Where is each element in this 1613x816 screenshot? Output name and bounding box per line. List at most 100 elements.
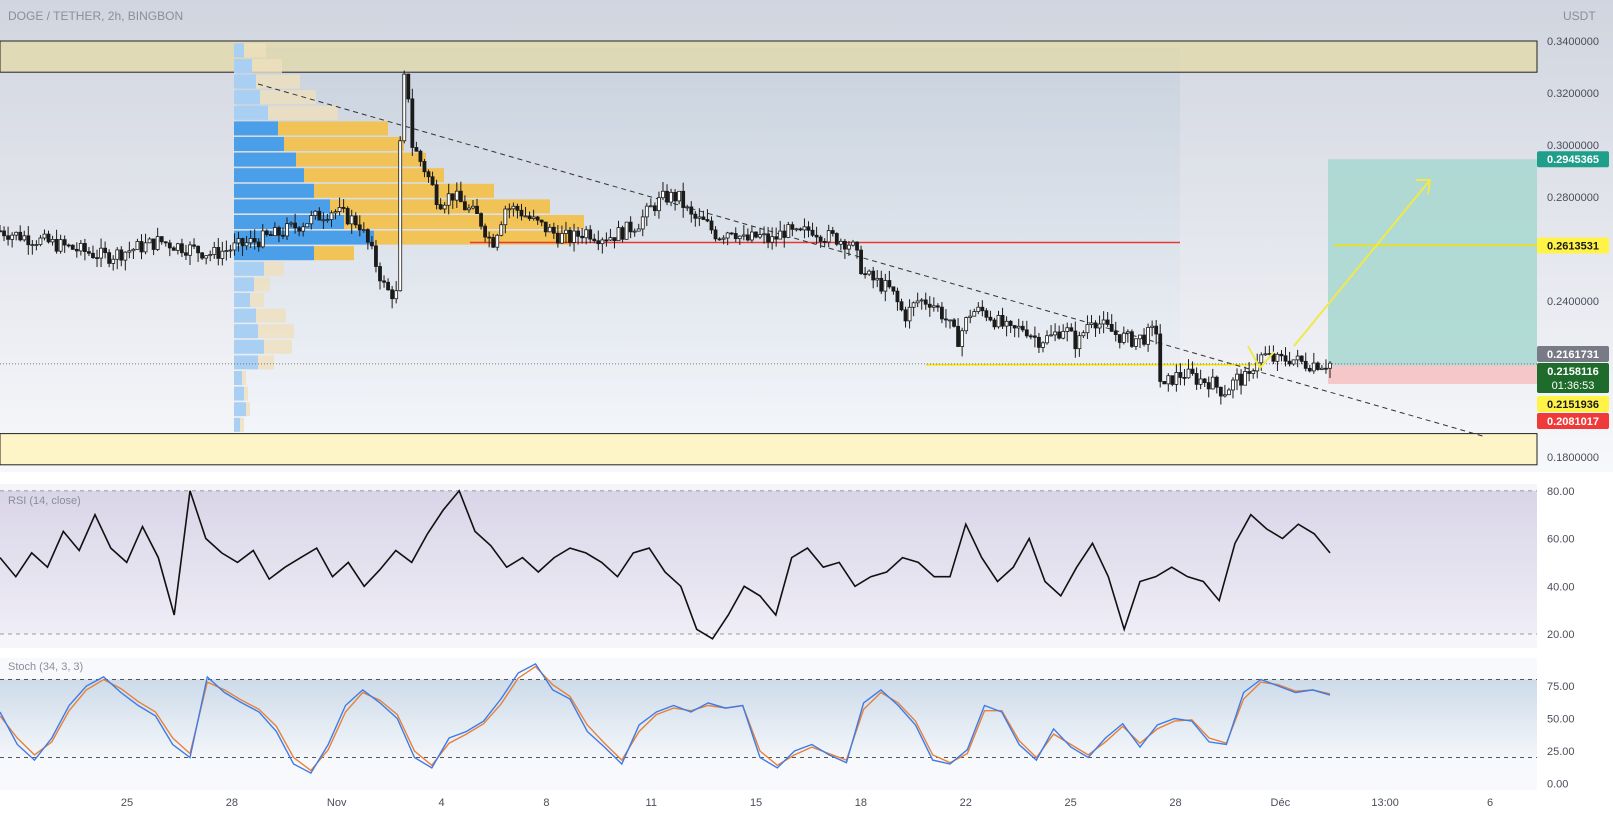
candle-body [750,231,754,241]
candle-body [717,238,722,241]
candle-body [378,266,382,282]
candle-body [260,230,265,248]
candle-body [430,176,435,186]
candle-body [640,216,645,230]
candle-body [834,233,839,245]
volume-profile-bar [264,261,284,276]
candle-body [1239,373,1243,386]
candle-body [515,205,520,211]
candle-body [875,277,880,281]
candle-body [1158,333,1163,382]
pane-separator[interactable] [0,472,1613,484]
candle-body [596,240,601,245]
volume-profile-bar [250,293,264,307]
candle-body [200,252,205,259]
candle-body [996,315,1001,328]
candle-body [903,309,908,322]
volume-profile-bar [278,121,388,136]
price-tag-stop: 0.2081017 [1537,413,1609,429]
price-tag-current: 0.2158116 01:36:53 [1537,363,1609,393]
price-tick-label: 0.2400000 [1547,296,1599,308]
candle-body [976,306,981,312]
price-tag-mid-target: 0.2613531 [1537,237,1609,254]
candle-body [22,235,27,241]
candle-body [1247,371,1252,374]
candle-body [18,231,23,241]
candle-body [1291,359,1296,365]
candle-body [1170,375,1175,385]
candle-body [58,239,63,252]
candle-body [341,207,346,209]
candle-body [863,273,868,276]
candle-body [741,234,746,237]
candle-body [0,230,2,233]
volume-profile-bar [268,105,338,120]
candle-body [422,161,427,173]
candle-body [293,222,298,229]
svg-text:0.2158116: 0.2158116 [1547,366,1598,378]
candle-body [697,216,702,219]
candle-body [127,250,132,253]
candle-body [374,245,378,267]
candle-body [1085,324,1090,334]
candle-body [539,219,544,223]
candle-body [1227,389,1231,396]
candle-body [1295,355,1300,361]
candle-body [111,258,116,264]
candle-body [576,230,580,237]
candle-body [842,240,847,250]
candle-body [224,250,229,253]
candle-body [721,237,726,240]
candle-body [361,229,366,231]
volume-profile-bar [234,417,240,432]
candle-body [1121,332,1126,343]
candle-body [964,317,969,332]
candle-body [414,147,419,152]
volume-profile-bar [234,246,314,261]
candle-body [624,221,629,240]
candle-body [62,239,67,246]
candle-body [475,205,479,214]
candle-body [87,251,91,254]
candle-body [972,311,977,317]
svg-text:0.2945365: 0.2945365 [1547,154,1599,166]
candle-body [952,319,956,327]
rsi-axis: 80.00 60.00 40.00 20.00 [1547,486,1575,641]
candle-body [1073,330,1078,350]
candle-body [859,249,863,275]
candle-body [434,184,439,205]
candle-body [826,230,831,243]
candle-body [661,190,665,199]
candle-body [1012,325,1017,329]
candle-body [855,241,859,251]
volume-profile-bar [296,152,426,167]
price-tag-last: 0.2161731 [1537,346,1609,362]
candle-body [580,235,585,239]
time-tick-label: 13:00 [1371,797,1399,809]
volume-profile-bar [256,308,286,323]
candle-body [1109,324,1114,332]
candle-body [984,310,989,318]
candle-body [135,241,140,250]
supply-zone [0,40,1538,73]
candle-body [944,318,948,321]
candle-body [1065,327,1070,332]
candle-body [899,301,904,311]
candle-body [584,229,589,239]
candle-body [608,237,613,241]
candle-body [588,229,593,240]
candle-body [887,280,892,288]
pane-separator-2[interactable] [0,648,1613,658]
candle-body [992,319,997,328]
candle-body [143,242,148,253]
volume-profile-bar [258,324,294,339]
candle-body [82,243,87,253]
candle-body [406,73,411,100]
trading-chart[interactable]: DOGE / TETHER, 2h, BINGBON USDT 0.340000… [0,0,1613,816]
candle-body [1218,386,1223,397]
candle-body [871,270,876,281]
candle-body [471,205,475,209]
candle-body [66,244,71,247]
candle-body [95,257,99,260]
candle-body [806,226,811,231]
